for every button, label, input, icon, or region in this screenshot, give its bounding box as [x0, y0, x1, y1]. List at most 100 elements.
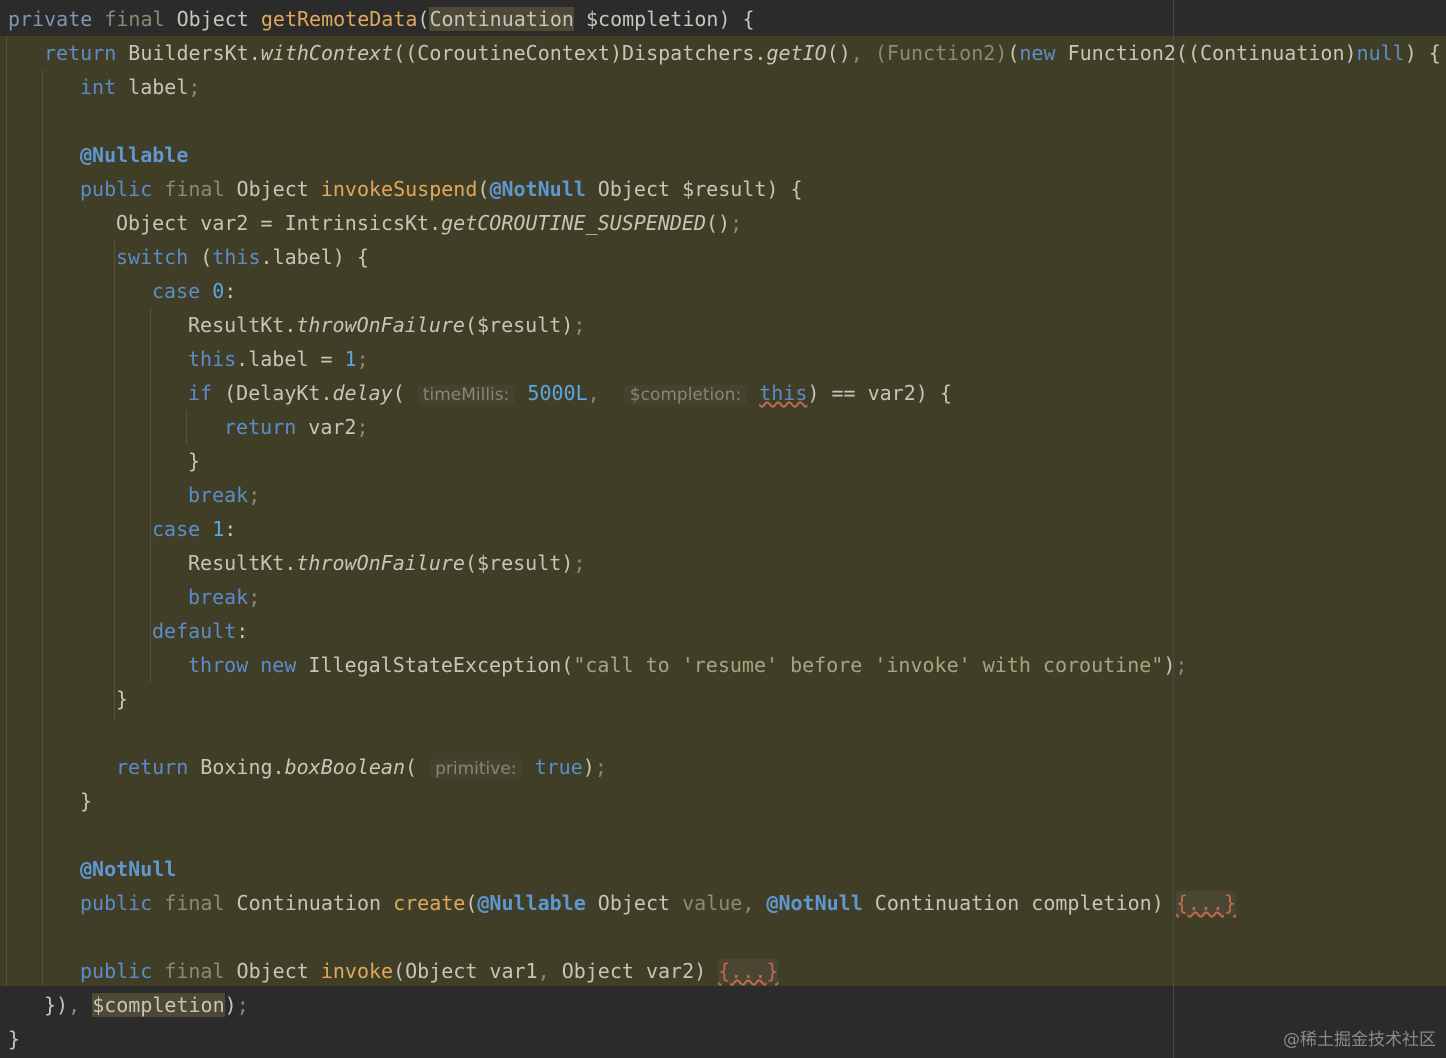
- code-token: 5000L: [527, 381, 588, 405]
- code-token: invokeSuspend: [320, 177, 478, 201]
- code-token: public: [80, 959, 165, 983]
- indent-guide-line: [6, 36, 7, 986]
- code-token: ((CoroutineContext)Dispatchers.: [393, 41, 767, 65]
- code-token: new: [260, 653, 309, 677]
- code-token: var2: [308, 415, 357, 439]
- code-line: @Nullable: [80, 138, 188, 172]
- code-token: Continuation: [429, 7, 574, 31]
- code-token: throw: [188, 653, 261, 677]
- parameter-hint: primitive:: [429, 759, 523, 779]
- code-token: (: [392, 381, 417, 405]
- code-line: @NotNull: [80, 852, 176, 886]
- code-token: Boxing.: [200, 755, 285, 779]
- code-token: ($result): [464, 551, 574, 575]
- code-token: ,: [742, 891, 767, 915]
- code-token: (: [405, 755, 430, 779]
- code-token: Object: [236, 177, 321, 201]
- code-token: ): [582, 755, 595, 779]
- code-token: ;: [1175, 653, 1188, 677]
- code-token: case: [152, 279, 213, 303]
- code-token: Object var2 = IntrinsicsKt.: [116, 211, 442, 235]
- code-token: Continuation: [236, 891, 394, 915]
- code-token: (): [706, 211, 731, 235]
- code-token: return: [224, 415, 309, 439]
- watermark-text: @稀土掘金技术社区: [1283, 1030, 1436, 1050]
- code-token: final: [164, 891, 237, 915]
- code-token: }: [116, 687, 129, 711]
- code-token: break: [188, 585, 249, 609]
- code-line: break;: [188, 580, 260, 614]
- code-token: this: [188, 347, 237, 371]
- code-token: BuildersKt.: [128, 41, 261, 65]
- code-token: public: [80, 177, 165, 201]
- code-token: value: [682, 891, 743, 915]
- code-token: "call to 'resume' before 'invoke' with c…: [573, 653, 1164, 677]
- code-token: Object $result) {: [585, 177, 803, 201]
- code-token: getRemoteData: [260, 7, 418, 31]
- code-token: ;: [188, 75, 201, 99]
- code-token: @Nullable: [80, 143, 189, 167]
- code-line: }: [188, 444, 200, 478]
- code-token: Object: [176, 7, 261, 31]
- code-token: (: [200, 245, 213, 269]
- code-line: break;: [188, 478, 260, 512]
- folded-code-region[interactable]: {...}: [718, 959, 779, 983]
- code-token: 1: [212, 517, 225, 541]
- code-token: @NotNull: [489, 177, 586, 201]
- code-token: (: [465, 891, 478, 915]
- code-token: delay: [332, 381, 393, 405]
- code-token: Continuation completion): [862, 891, 1176, 915]
- code-token: final: [164, 959, 237, 983]
- code-token: ) {: [1404, 41, 1441, 65]
- code-line: }: [8, 1022, 20, 1056]
- code-token: .label =: [236, 347, 345, 371]
- code-token: ResultKt.: [188, 313, 297, 337]
- code-token: create: [393, 891, 466, 915]
- code-token: (): [826, 41, 851, 65]
- code-token: }: [188, 449, 201, 473]
- code-line: private final Object getRemoteData(Conti…: [8, 2, 755, 36]
- code-line: public final Object invokeSuspend(@NotNu…: [80, 172, 803, 206]
- code-token: ;: [356, 347, 369, 371]
- code-token: ) == var2) {: [807, 381, 952, 405]
- code-token: ,: [850, 41, 875, 65]
- code-token: ,: [587, 381, 612, 405]
- code-line: case 1:: [152, 512, 236, 546]
- code-line: return var2;: [224, 410, 369, 444]
- code-token: (: [477, 177, 490, 201]
- code-token: new: [1019, 41, 1068, 65]
- code-token: boxBoolean: [284, 755, 406, 779]
- code-token: }: [80, 789, 93, 813]
- code-token: ): [224, 993, 237, 1017]
- code-token: Function2((Continuation): [1067, 41, 1357, 65]
- code-token: ;: [573, 313, 586, 337]
- code-token: final: [104, 7, 177, 31]
- code-token: ,: [537, 959, 562, 983]
- code-token: :: [224, 279, 237, 303]
- code-token: @NotNull: [80, 857, 177, 881]
- code-line: int label;: [80, 70, 200, 104]
- code-line: ResultKt.throwOnFailure($result);: [188, 546, 585, 580]
- code-token: return: [44, 41, 129, 65]
- code-line: if (DelayKt.delay( timeMillis: 5000L, $c…: [188, 376, 952, 410]
- code-token: $completion) {: [573, 7, 755, 31]
- code-token: :: [236, 619, 249, 643]
- code-token: ): [1163, 653, 1176, 677]
- folded-code-region[interactable]: {...}: [1175, 891, 1237, 915]
- code-token: (DelayKt.: [224, 381, 333, 405]
- code-token: ;: [248, 585, 261, 609]
- code-token: ;: [594, 755, 607, 779]
- code-token: getCOROUTINE_SUSPENDED: [441, 211, 707, 235]
- code-token: int: [80, 75, 129, 99]
- parameter-hint: timeMillis:: [416, 385, 516, 405]
- code-line: public final Object invoke(Object var1, …: [80, 954, 779, 988]
- code-token: @NotNull: [766, 891, 863, 915]
- code-line: this.label = 1;: [188, 342, 369, 376]
- code-editor[interactable]: private final Object getRemoteData(Conti…: [0, 0, 1446, 1058]
- code-token: default: [152, 619, 237, 643]
- parameter-hint: $completion:: [623, 385, 748, 405]
- code-line: switch (this.label) {: [116, 240, 369, 274]
